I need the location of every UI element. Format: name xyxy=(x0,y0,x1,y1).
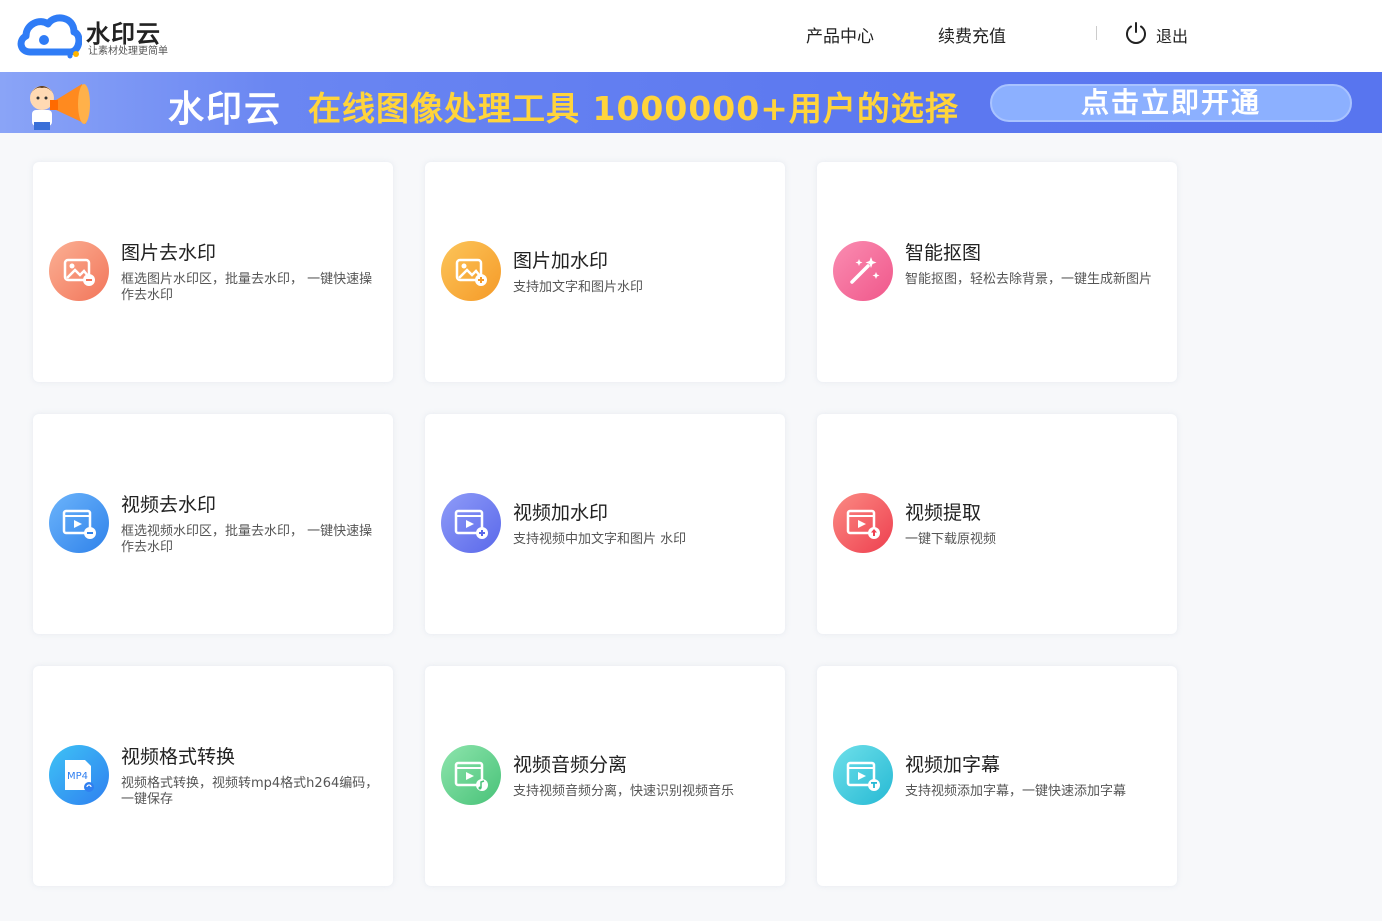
card-title: 智能抠图 xyxy=(905,242,982,264)
card-description: 框选视频水印区，批量去水印， 一键快速操作去水印 xyxy=(121,524,373,555)
card-description: 智能抠图，轻松去除背景，一键生成新图片 xyxy=(905,272,1153,287)
image-remove-icon xyxy=(49,241,109,301)
banner-brand: 水印云 xyxy=(168,89,283,130)
card-title: 视频格式转换 xyxy=(121,746,236,768)
logo-slogan: 让素材处理更简单 xyxy=(88,46,168,57)
card-title: 图片加水印 xyxy=(513,250,609,272)
card-title: 视频音频分离 xyxy=(513,754,628,776)
nav-recharge[interactable]: 续费充值 xyxy=(938,22,1006,47)
video-remove-icon xyxy=(49,493,109,553)
card-description: 一键下载原视频 xyxy=(905,532,997,547)
nav-divider xyxy=(1096,26,1097,40)
cloud-logo-icon xyxy=(17,14,82,59)
card-description: 支持视频添加字幕，一键快速添加字幕 xyxy=(905,784,1127,799)
logo[interactable]: 水印云 让素材处理更简单 xyxy=(16,8,186,60)
tool-card-video-add-subtitle[interactable]: 视频加字幕 支持视频添加字幕，一键快速添加字幕 xyxy=(817,666,1177,886)
svg-text:MP4: MP4 xyxy=(67,771,88,782)
tool-card-video-add-watermark[interactable]: 视频加水印 支持视频中加文字和图片 水印 xyxy=(425,414,785,634)
video-extract-icon xyxy=(833,493,893,553)
image-add-icon xyxy=(441,241,501,301)
nav-product-center[interactable]: 产品中心 xyxy=(806,22,874,47)
card-description: 支持加文字和图片水印 xyxy=(513,280,644,295)
logout-label: 退出 xyxy=(1156,27,1189,46)
tool-card-audio-video-separate[interactable]: 视频音频分离 支持视频音频分离，快速识别视频音乐 xyxy=(425,666,785,886)
power-icon xyxy=(1126,22,1146,44)
banner-tagline: 在线图像处理工具 1000000+用户的选择 xyxy=(308,89,959,128)
card-title: 视频提取 xyxy=(905,502,982,524)
mp4-convert-icon: MP4 xyxy=(49,745,109,805)
tool-card-video-extract[interactable]: 视频提取 一键下载原视频 xyxy=(817,414,1177,634)
card-title: 图片去水印 xyxy=(121,242,217,264)
tool-card-smart-cutout[interactable]: 智能抠图 智能抠图，轻松去除背景，一键生成新图片 xyxy=(817,162,1177,382)
tool-grid: 图片去水印 框选图片水印区，批量去水印， 一键快速操作去水印 图片加水印 支持加… xyxy=(0,133,1382,921)
card-description: 支持视频中加文字和图片 水印 xyxy=(513,532,687,547)
card-title: 视频去水印 xyxy=(121,494,217,516)
top-header: 水印云 让素材处理更简单 产品中心 续费充值 退出 xyxy=(0,0,1382,72)
tool-card-image-add-watermark[interactable]: 图片加水印 支持加文字和图片水印 xyxy=(425,162,785,382)
tool-card-video-format-convert[interactable]: MP4 视频格式转换 视频格式转换，视频转mp4格式h264编码，一键保存 xyxy=(33,666,393,886)
card-description: 支持视频音频分离，快速识别视频音乐 xyxy=(513,784,735,799)
promo-banner[interactable]: 水印云 在线图像处理工具 1000000+用户的选择 点击立即开通 xyxy=(0,72,1382,133)
card-title: 视频加字幕 xyxy=(905,754,1001,776)
audio-separate-icon xyxy=(441,745,501,805)
tool-card-video-remove-watermark[interactable]: 视频去水印 框选视频水印区，批量去水印， 一键快速操作去水印 xyxy=(33,414,393,634)
tool-card-image-remove-watermark[interactable]: 图片去水印 框选图片水印区，批量去水印， 一键快速操作去水印 xyxy=(33,162,393,382)
megaphone-mascot-icon xyxy=(30,84,90,130)
video-add-icon xyxy=(441,493,501,553)
magic-wand-icon xyxy=(833,241,893,301)
subtitle-icon xyxy=(833,745,893,805)
card-description: 框选图片水印区，批量去水印， 一键快速操作去水印 xyxy=(121,272,373,303)
activate-now-button[interactable]: 点击立即开通 xyxy=(990,84,1352,122)
card-description: 视频格式转换，视频转mp4格式h264编码，一键保存 xyxy=(121,776,379,807)
card-title: 视频加水印 xyxy=(513,502,609,524)
